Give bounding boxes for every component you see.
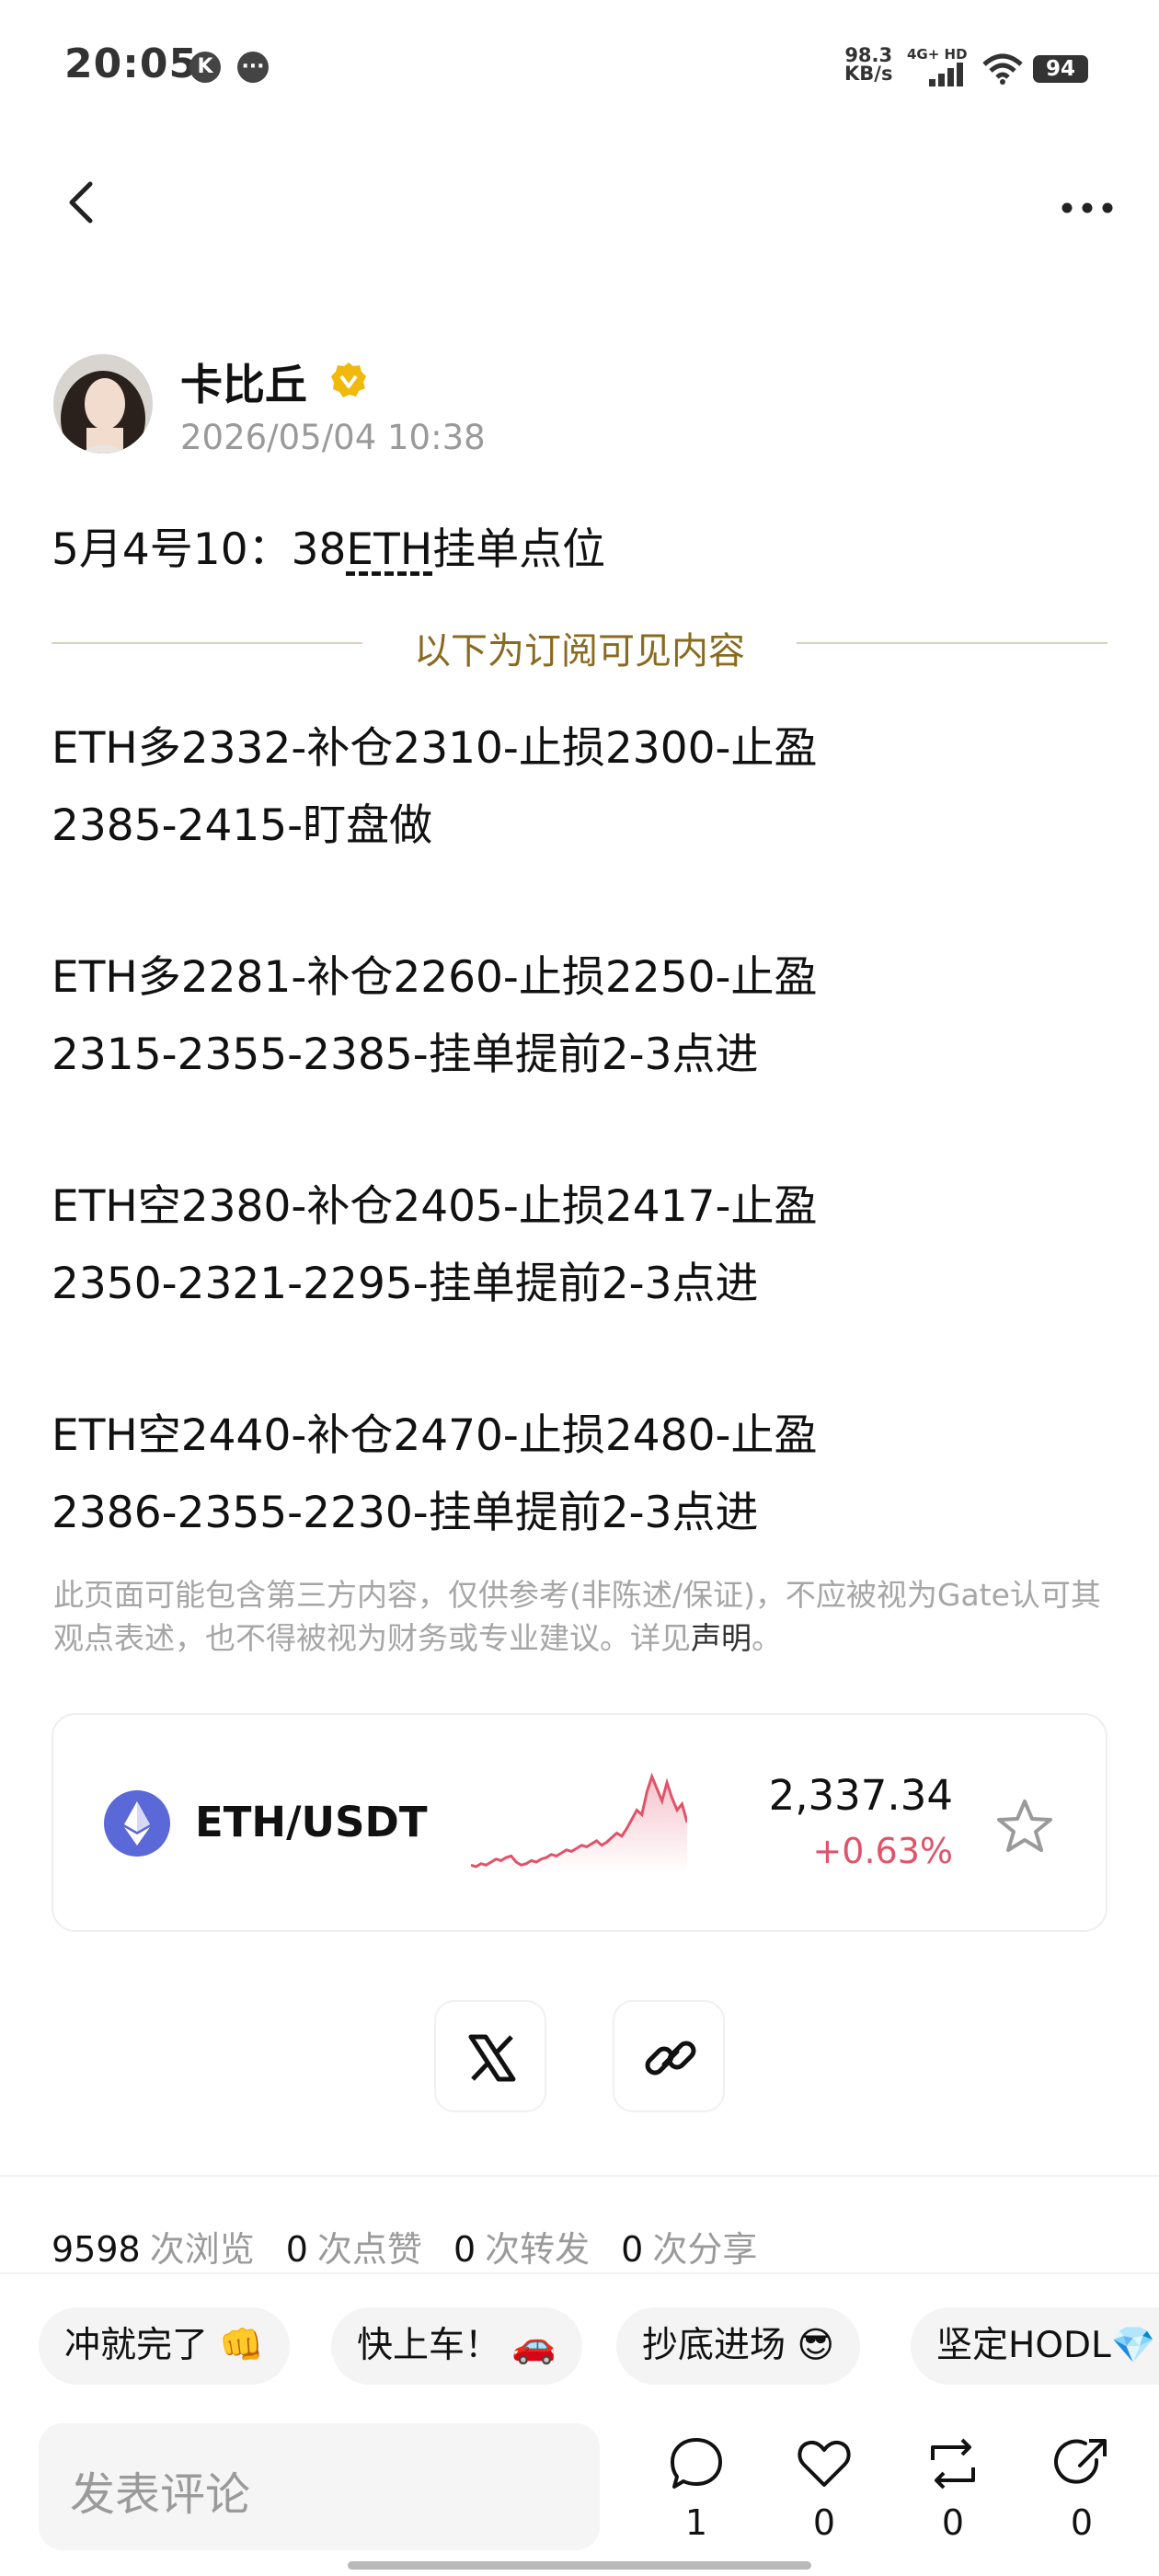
signal-line: ETH多2332-补仓2310-止损2300-止盈 (52, 723, 818, 774)
avatar-image (53, 354, 153, 454)
signal-line: ETH多2281-补仓2260-止损2250-止盈 (52, 952, 818, 1003)
share-x-button[interactable] (434, 2000, 546, 2112)
like-button[interactable]: 0 (787, 2434, 861, 2543)
battery-indicator: 94 (1033, 55, 1088, 83)
signal-block-2: ETH多2281-补仓2260-止损2250-止盈 2315-2355-2385… (52, 939, 817, 1094)
wifi-icon (982, 53, 1023, 85)
message-icon: ··· (237, 52, 269, 83)
disclaimer-link[interactable]: 声明 (691, 1620, 752, 1656)
signal-line: ETH空2380-补仓2405-止损2417-止盈 (52, 1181, 818, 1232)
eth-ticker-link[interactable]: ETH (346, 524, 432, 575)
likes-label: 次点赞 (316, 2229, 422, 2270)
repost-button[interactable]: 0 (916, 2434, 990, 2543)
shares-label: 次分享 (652, 2229, 758, 2270)
disclaimer-end: 。 (752, 1620, 782, 1656)
author-name[interactable]: 卡比丘 (180, 351, 307, 412)
quick-reply-chip[interactable]: 抄底进场 😎 (616, 2307, 861, 2385)
eth-coin-icon (104, 1790, 170, 1857)
share-arrow-icon (1054, 2439, 1107, 2484)
signal-block-1: ETH多2332-补仓2310-止损2300-止盈 2385-2415-盯盘做 (52, 710, 817, 865)
favorite-star-icon[interactable] (992, 1794, 1058, 1860)
x-logo-icon (468, 2034, 516, 2082)
post-title-suffix: 挂单点位 (432, 524, 606, 575)
share-button[interactable]: 0 (1045, 2434, 1119, 2543)
post-title: 5月4号10：38ETH挂单点位 (52, 513, 605, 577)
avatar[interactable] (53, 354, 153, 454)
disclaimer: 此页面可能包含第三方内容，仅供参考(非陈述/保证)，不应被视为Gate认可其观点… (53, 1573, 1111, 1660)
heart-icon (798, 2440, 851, 2487)
divider-right (797, 642, 1107, 644)
market-pair: ETH/USDT (195, 1798, 428, 1846)
signal-line: 2315-2355-2385-挂单提前2-3点进 (52, 1029, 759, 1080)
signal-line: 2386-2355-2230-挂单提前2-3点进 (52, 1488, 759, 1538)
verified-badge-icon (331, 362, 366, 397)
subscriber-content-label: 以下为订阅可见内容 (414, 630, 745, 673)
section-divider (0, 2272, 1159, 2274)
views-count: 9598 (52, 2229, 141, 2270)
disclaimer-text: 此页面可能包含第三方内容，仅供参考(非陈述/保证)，不应被视为Gate认可其观点… (53, 1577, 1101, 1656)
reposts-count: 0 (453, 2229, 476, 2270)
quick-reply-chip[interactable]: 坚定HODL💎 (911, 2307, 1159, 2385)
likes-count: 0 (285, 2229, 308, 2270)
signal-line: ETH空2440-补仓2470-止损2480-止盈 (52, 1410, 818, 1461)
more-ellipsis-icon[interactable] (1058, 184, 1117, 221)
views-label: 次浏览 (149, 2229, 255, 2270)
network-speed-unit: KB/s (844, 63, 893, 85)
section-divider (0, 2175, 1159, 2177)
comment-placeholder: 发表评论 (70, 2468, 251, 2521)
copy-link-button[interactable] (613, 2000, 725, 2112)
repost-count: 0 (941, 2502, 965, 2543)
status-time: 20:05 (64, 40, 199, 87)
reposts-label: 次转发 (485, 2229, 591, 2270)
network-type: 4G+ HD (907, 46, 968, 63)
network-speed: 98.3 KB/s (844, 44, 893, 85)
quick-reply-chip[interactable]: 冲就完了 👊 (39, 2307, 290, 2385)
back-chevron-left-icon[interactable] (57, 175, 112, 230)
post-date: 2026/05/04 10:38 (180, 418, 486, 457)
signal-block-4: ETH空2440-补仓2470-止损2480-止盈 2386-2355-2230… (52, 1397, 817, 1552)
share-count: 0 (1070, 2502, 1094, 2543)
market-change: +0.63% (812, 1831, 953, 1871)
post-stats: 9598 次浏览 0 次点赞 0 次转发 0 次分享 (52, 2221, 788, 2271)
post-title-prefix: 5月4号10：38 (52, 524, 347, 575)
signal-icon (929, 63, 963, 86)
shares-count: 0 (621, 2229, 644, 2270)
repost-icon (931, 2438, 975, 2490)
quick-reply-chip[interactable]: 快上车！ 🚗 (331, 2307, 582, 2385)
signal-line: 2385-2415-盯盘做 (52, 800, 433, 851)
market-price: 2,337.34 (768, 1771, 953, 1820)
comment-button[interactable]: 1 (660, 2434, 733, 2543)
comment-bubble-icon (671, 2438, 722, 2489)
k-app-icon: K (189, 52, 221, 83)
divider-left (52, 642, 362, 644)
price-sparkline (471, 1772, 687, 1872)
home-indicator (348, 2561, 811, 2570)
network-speed-value: 98.3 (844, 44, 893, 66)
signal-block-3: ETH空2380-补仓2405-止损2417-止盈 2350-2321-2295… (52, 1168, 817, 1323)
link-icon (645, 2041, 696, 2076)
like-count: 0 (812, 2502, 836, 2543)
signal-line: 2350-2321-2295-挂单提前2-3点进 (52, 1259, 759, 1309)
comment-count: 1 (684, 2502, 708, 2543)
